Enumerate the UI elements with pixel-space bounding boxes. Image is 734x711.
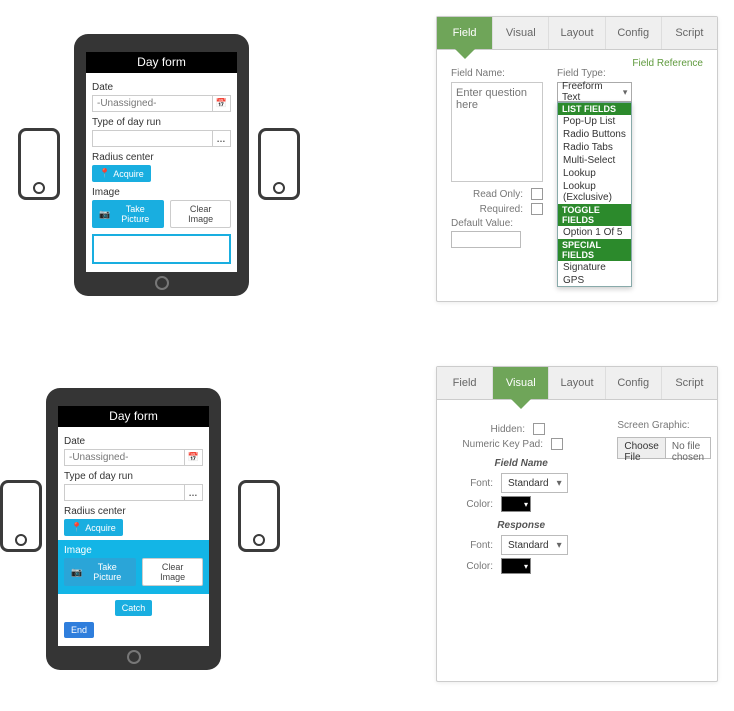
dropdown-item[interactable]: GPS: [558, 274, 631, 287]
camera-icon: 📷: [99, 209, 110, 220]
color-swatch-response[interactable]: ▾: [501, 558, 531, 574]
dropdown-item[interactable]: Radio Buttons: [558, 128, 631, 141]
acquire-button[interactable]: 📍 Acquire: [92, 165, 151, 182]
daytype-label: Type of day run: [92, 117, 231, 128]
radius-label: Radius center: [92, 152, 231, 163]
dropdown-item[interactable]: Multi-Select: [558, 154, 631, 167]
hidden-checkbox[interactable]: [533, 423, 545, 435]
tab-script-2[interactable]: Script: [662, 367, 717, 399]
pin-icon: 📍: [71, 522, 82, 533]
tab-config-2[interactable]: Config: [606, 367, 662, 399]
clear-image-button-2[interactable]: Clear Image: [142, 558, 203, 586]
image-selected-block: Image 📷 Take Picture Clear Image: [58, 540, 209, 594]
daytype-label-2: Type of day run: [64, 471, 203, 482]
dropdown-group-header: SPECIAL FIELDS: [558, 239, 631, 261]
form-title-2: Day form: [58, 406, 209, 427]
side-phone-left-2: [0, 480, 42, 552]
tab-layout[interactable]: Layout: [549, 17, 605, 49]
visual-editor-panel: Field Visual Layout Config Script Hidden…: [436, 366, 718, 682]
required-checkbox[interactable]: [531, 203, 543, 215]
field-type-select[interactable]: Freeform Text: [557, 82, 632, 102]
read-only-checkbox[interactable]: [531, 188, 543, 200]
calendar-icon[interactable]: 📅: [212, 95, 230, 112]
numpad-label: Numeric Key Pad:: [453, 439, 543, 450]
color-label-2: Color:: [453, 561, 493, 572]
ellipsis-icon[interactable]: …: [212, 130, 230, 147]
acquire-button-2[interactable]: 📍 Acquire: [64, 519, 123, 536]
field-name-label: Field Name:: [451, 68, 543, 79]
side-phone-left: [18, 128, 60, 200]
dropdown-item[interactable]: Option 1 Of 5: [558, 226, 631, 239]
default-value-input[interactable]: [451, 231, 521, 248]
file-input[interactable]: Choose File No file chosen: [617, 437, 711, 459]
date-label-2: Date: [64, 436, 203, 447]
radius-label-2: Radius center: [64, 506, 203, 517]
screen-graphic-label: Screen Graphic:: [617, 420, 711, 431]
side-phone-right-2: [238, 480, 280, 552]
date-label: Date: [92, 82, 231, 93]
editor-tabs: Field Visual Layout Config Script: [437, 17, 717, 50]
camera-icon: 📷: [71, 567, 82, 578]
side-phone-right: [258, 128, 300, 200]
field-type-label: Field Type:: [557, 68, 632, 79]
read-only-label: Read Only:: [451, 189, 523, 200]
editor-tabs-2: Field Visual Layout Config Script: [437, 367, 717, 400]
no-file-text: No file chosen: [666, 438, 710, 458]
dropdown-group-header: TOGGLE FIELDS: [558, 204, 631, 226]
font-select-fieldname[interactable]: Standard: [501, 473, 568, 493]
default-value-label: Default Value:: [451, 218, 513, 229]
form-title: Day form: [86, 52, 237, 73]
dropdown-item[interactable]: Radio Tabs: [558, 141, 631, 154]
daytype-input[interactable]: …: [92, 130, 231, 147]
font-label-1: Font:: [453, 478, 493, 489]
response-header: Response: [453, 520, 589, 531]
tablet-preview-bottom: Day form Date -Unassigned- 📅 Type of day…: [46, 388, 221, 670]
field-type-dropdown[interactable]: LIST FIELDSPop-Up ListRadio ButtonsRadio…: [557, 102, 632, 287]
pin-icon: 📍: [99, 168, 110, 179]
clear-image-button[interactable]: Clear Image: [170, 200, 231, 228]
dropdown-item[interactable]: Signature: [558, 261, 631, 274]
dropdown-item[interactable]: Pop-Up List: [558, 115, 631, 128]
font-label-2: Font:: [453, 540, 493, 551]
date-input[interactable]: -Unassigned- 📅: [92, 95, 231, 112]
font-select-response[interactable]: Standard: [501, 535, 568, 555]
field-reference-link[interactable]: Field Reference: [632, 58, 703, 69]
tab-field-2[interactable]: Field: [437, 367, 493, 399]
hidden-label: Hidden:: [453, 424, 525, 435]
dropdown-group-header: LIST FIELDS: [558, 103, 631, 115]
image-label: Image: [92, 187, 231, 198]
dropdown-item[interactable]: Lookup (Exclusive): [558, 180, 631, 204]
tab-layout-2[interactable]: Layout: [549, 367, 605, 399]
question-textarea[interactable]: [451, 82, 543, 182]
color-swatch-fieldname[interactable]: ▾: [501, 496, 531, 512]
numpad-checkbox[interactable]: [551, 438, 563, 450]
calendar-icon-2[interactable]: 📅: [184, 449, 202, 466]
take-picture-button-2[interactable]: 📷 Take Picture: [64, 558, 136, 586]
end-button[interactable]: End: [64, 622, 94, 638]
color-label-1: Color:: [453, 499, 493, 510]
field-editor-panel: Field Visual Layout Config Script Field …: [436, 16, 718, 302]
required-label: Required:: [451, 204, 523, 215]
catch-button[interactable]: Catch: [115, 600, 153, 616]
image-label-2: Image: [64, 545, 203, 556]
fieldname-header: Field Name: [453, 458, 589, 469]
tab-script[interactable]: Script: [662, 17, 717, 49]
image-preview-well: [92, 234, 231, 264]
take-picture-button[interactable]: 📷 Take Picture: [92, 200, 164, 228]
tab-config[interactable]: Config: [606, 17, 662, 49]
daytype-input-2[interactable]: …: [64, 484, 203, 501]
tablet-preview-top: Day form Date -Unassigned- 📅 Type of day…: [74, 34, 249, 296]
tab-visual[interactable]: Visual: [493, 17, 549, 49]
ellipsis-icon-2[interactable]: …: [184, 484, 202, 501]
choose-file-button[interactable]: Choose File: [618, 438, 665, 458]
dropdown-item[interactable]: Lookup: [558, 167, 631, 180]
tab-field[interactable]: Field: [437, 17, 493, 49]
date-input-2[interactable]: -Unassigned- 📅: [64, 449, 203, 466]
tab-visual-2[interactable]: Visual: [493, 367, 549, 399]
